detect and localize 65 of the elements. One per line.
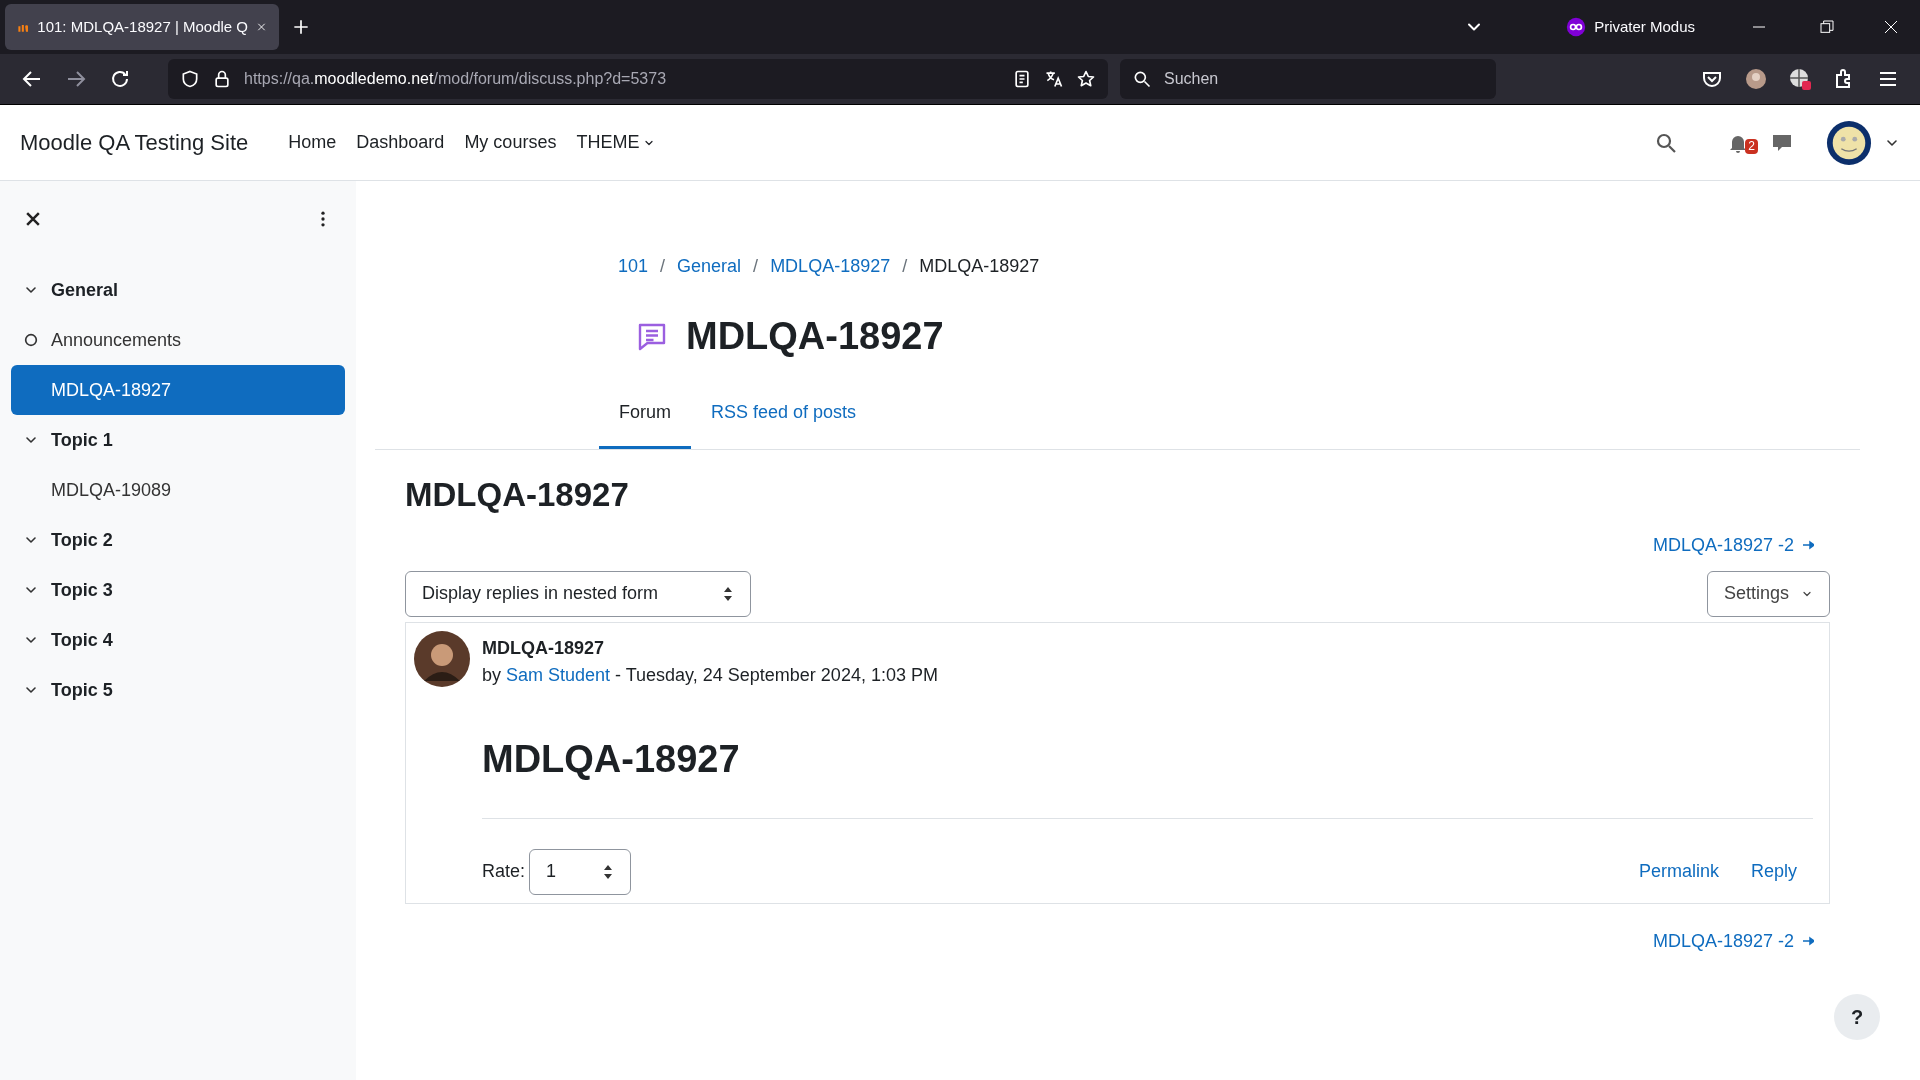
lock-icon <box>212 69 232 89</box>
blocked-globe-icon[interactable] <box>1788 67 1812 91</box>
section-title[interactable]: General <box>51 276 119 304</box>
breadcrumb-separator: / <box>753 255 759 278</box>
translate-icon[interactable] <box>1044 69 1064 89</box>
post-heading: MDLQA-18927 <box>482 736 741 782</box>
next-discussion-link[interactable]: MDLQA-18927 -2 <box>1652 531 1814 559</box>
completion-circle-icon <box>23 332 39 348</box>
author-link[interactable]: Sam Student <box>506 664 611 685</box>
address-bar[interactable]: https://qa.moodledemo.net/mod/forum/discuss.php?d=5373 <box>168 59 1108 99</box>
restore-icon[interactable] <box>1819 19 1835 35</box>
nav-link[interactable]: Home <box>288 129 337 156</box>
avatar-placeholder-icon <box>414 630 470 687</box>
browser-tab[interactable]: 101: MDLQA-18927 | Moodle Q <box>5 4 279 50</box>
nav-link[interactable]: Dashboard <box>356 129 445 156</box>
url-text: https://qa.moodledemo.net/mod/forum/discuss.php?d=5373 <box>244 69 668 89</box>
course-index-item[interactable]: MDLQA-19089 <box>11 465 345 515</box>
section-title[interactable]: Topic 4 <box>51 626 113 654</box>
breadcrumb-separator: / <box>902 255 908 278</box>
section-title[interactable]: Topic 2 <box>51 526 113 554</box>
notification-count: 2 <box>1745 138 1758 154</box>
post-action-link[interactable]: Reply <box>1750 858 1797 885</box>
site-name[interactable]: Moodle QA Testing Site <box>20 126 249 159</box>
extension-avatar-icon[interactable] <box>1744 67 1768 91</box>
sort-arrows-icon <box>602 863 615 880</box>
course-index-item[interactable]: Announcements <box>11 315 345 365</box>
section-title[interactable]: Topic 1 <box>51 426 113 454</box>
star-icon[interactable] <box>1076 69 1096 89</box>
post-subject: MDLQA-18927 <box>482 636 606 660</box>
settings-button[interactable]: Settings <box>1706 570 1830 617</box>
new-tab-icon[interactable] <box>291 17 311 37</box>
page-title: MDLQA-18927 <box>686 314 944 359</box>
help-button[interactable]: ? <box>1834 994 1880 1040</box>
next-discussion-link[interactable]: MDLQA-18927 -2 <box>1652 927 1814 955</box>
sort-arrows-icon <box>722 585 734 602</box>
arrow-right-icon <box>1802 539 1814 551</box>
section-title[interactable]: Topic 5 <box>51 676 113 704</box>
breadcrumb-item: MDLQA-18927 <box>919 255 1040 278</box>
display-mode-select[interactable]: Display replies in nested form <box>405 570 751 617</box>
rate-label: Rate: <box>482 860 526 883</box>
breadcrumb-separator: / <box>660 255 666 278</box>
nav-link[interactable]: My courses <box>464 129 557 156</box>
breadcrumb-item[interactable]: 101 <box>618 253 649 280</box>
breadcrumb-item[interactable]: General <box>677 253 742 280</box>
private-mask-icon <box>1566 17 1587 37</box>
private-mode-label: Privater Modus <box>1594 16 1695 37</box>
user-avatar-icon[interactable] <box>1826 119 1872 166</box>
search-icon <box>1132 69 1152 89</box>
post-byline: by Sam Student - Tuesday, 24 September 2024, 1:03 PM <box>482 663 939 687</box>
tab[interactable]: Forum <box>599 391 691 449</box>
discussion-title: MDLQA-18927 <box>405 475 630 515</box>
course-index-item[interactable]: MDLQA-18927 <box>11 365 345 415</box>
search-input[interactable]: Suchen <box>1164 67 1484 91</box>
tab[interactable]: RSS feed of posts <box>691 391 877 449</box>
post-action-link[interactable]: Permalink <box>1638 858 1719 885</box>
section-title[interactable]: Topic 3 <box>51 576 113 604</box>
tab-title: 101: MDLQA-18927 | Moodle Q <box>37 16 249 37</box>
nav-link[interactable]: THEME <box>576 129 656 156</box>
search-field[interactable]: Suchen <box>1120 59 1496 99</box>
window-close-icon[interactable] <box>1883 19 1899 35</box>
reader-view-icon[interactable] <box>1012 69 1032 89</box>
arrow-right-icon <box>1802 935 1814 947</box>
breadcrumb-item[interactable]: MDLQA-18927 <box>770 253 891 280</box>
shield-icon <box>180 69 200 89</box>
rating-select[interactable]: 1 <box>529 848 632 895</box>
